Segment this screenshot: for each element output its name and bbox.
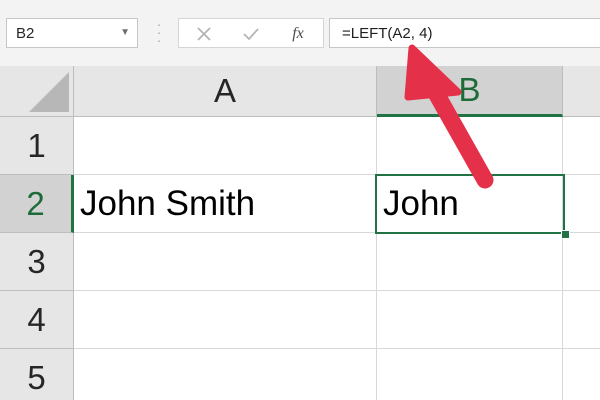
cell-a1[interactable] [74, 117, 377, 175]
cell-a3[interactable] [74, 233, 377, 291]
cell-c2[interactable] [563, 175, 600, 233]
column-header-a[interactable]: A [74, 66, 377, 117]
formula-text: =LEFT(A2, 4) [342, 25, 433, 42]
fill-handle[interactable] [561, 230, 570, 239]
chevron-down-icon[interactable]: ▼ [120, 27, 130, 38]
cell-b3[interactable] [377, 233, 563, 291]
cell-c5[interactable] [563, 349, 600, 400]
row-header-2[interactable]: 2 [0, 175, 74, 233]
row-header-5[interactable]: 5 [0, 349, 74, 400]
cell-c1[interactable] [563, 117, 600, 175]
cell-b1[interactable] [377, 117, 563, 175]
name-box-value: B2 [16, 25, 35, 42]
formula-input[interactable]: =LEFT(A2, 4) [329, 18, 600, 48]
grip-icon[interactable]: · · · [153, 17, 165, 47]
fx-icon[interactable]: fx [281, 21, 315, 47]
name-box[interactable]: B2 ▼ [6, 18, 138, 48]
cell-c4[interactable] [563, 291, 600, 349]
cell-c3[interactable] [563, 233, 600, 291]
select-all-corner[interactable] [0, 66, 74, 117]
formula-buttons: fx [178, 18, 324, 48]
select-all-icon [29, 72, 69, 112]
cell-b2[interactable]: John [377, 175, 563, 233]
formula-bar: B2 ▼ · · · fx =LEFT(A2, 4) [0, 0, 600, 66]
cross-icon[interactable] [187, 21, 221, 47]
cell-b4[interactable] [377, 291, 563, 349]
row-header-3[interactable]: 3 [0, 233, 74, 291]
row-header-4[interactable]: 4 [0, 291, 74, 349]
cell-a5[interactable] [74, 349, 377, 400]
column-header-b[interactable]: B [377, 66, 563, 117]
worksheet-grid: A B 1 2 John Smith John 3 4 5 [0, 66, 600, 400]
cell-a4[interactable] [74, 291, 377, 349]
checkmark-icon[interactable] [234, 21, 268, 47]
cell-b5[interactable] [377, 349, 563, 400]
spreadsheet-window: B2 ▼ · · · fx =LEFT(A2, 4) A B 1 2 John … [0, 0, 600, 400]
cell-a2[interactable]: John Smith [74, 175, 377, 233]
column-header-c[interactable] [563, 66, 600, 117]
row-header-1[interactable]: 1 [0, 117, 74, 175]
